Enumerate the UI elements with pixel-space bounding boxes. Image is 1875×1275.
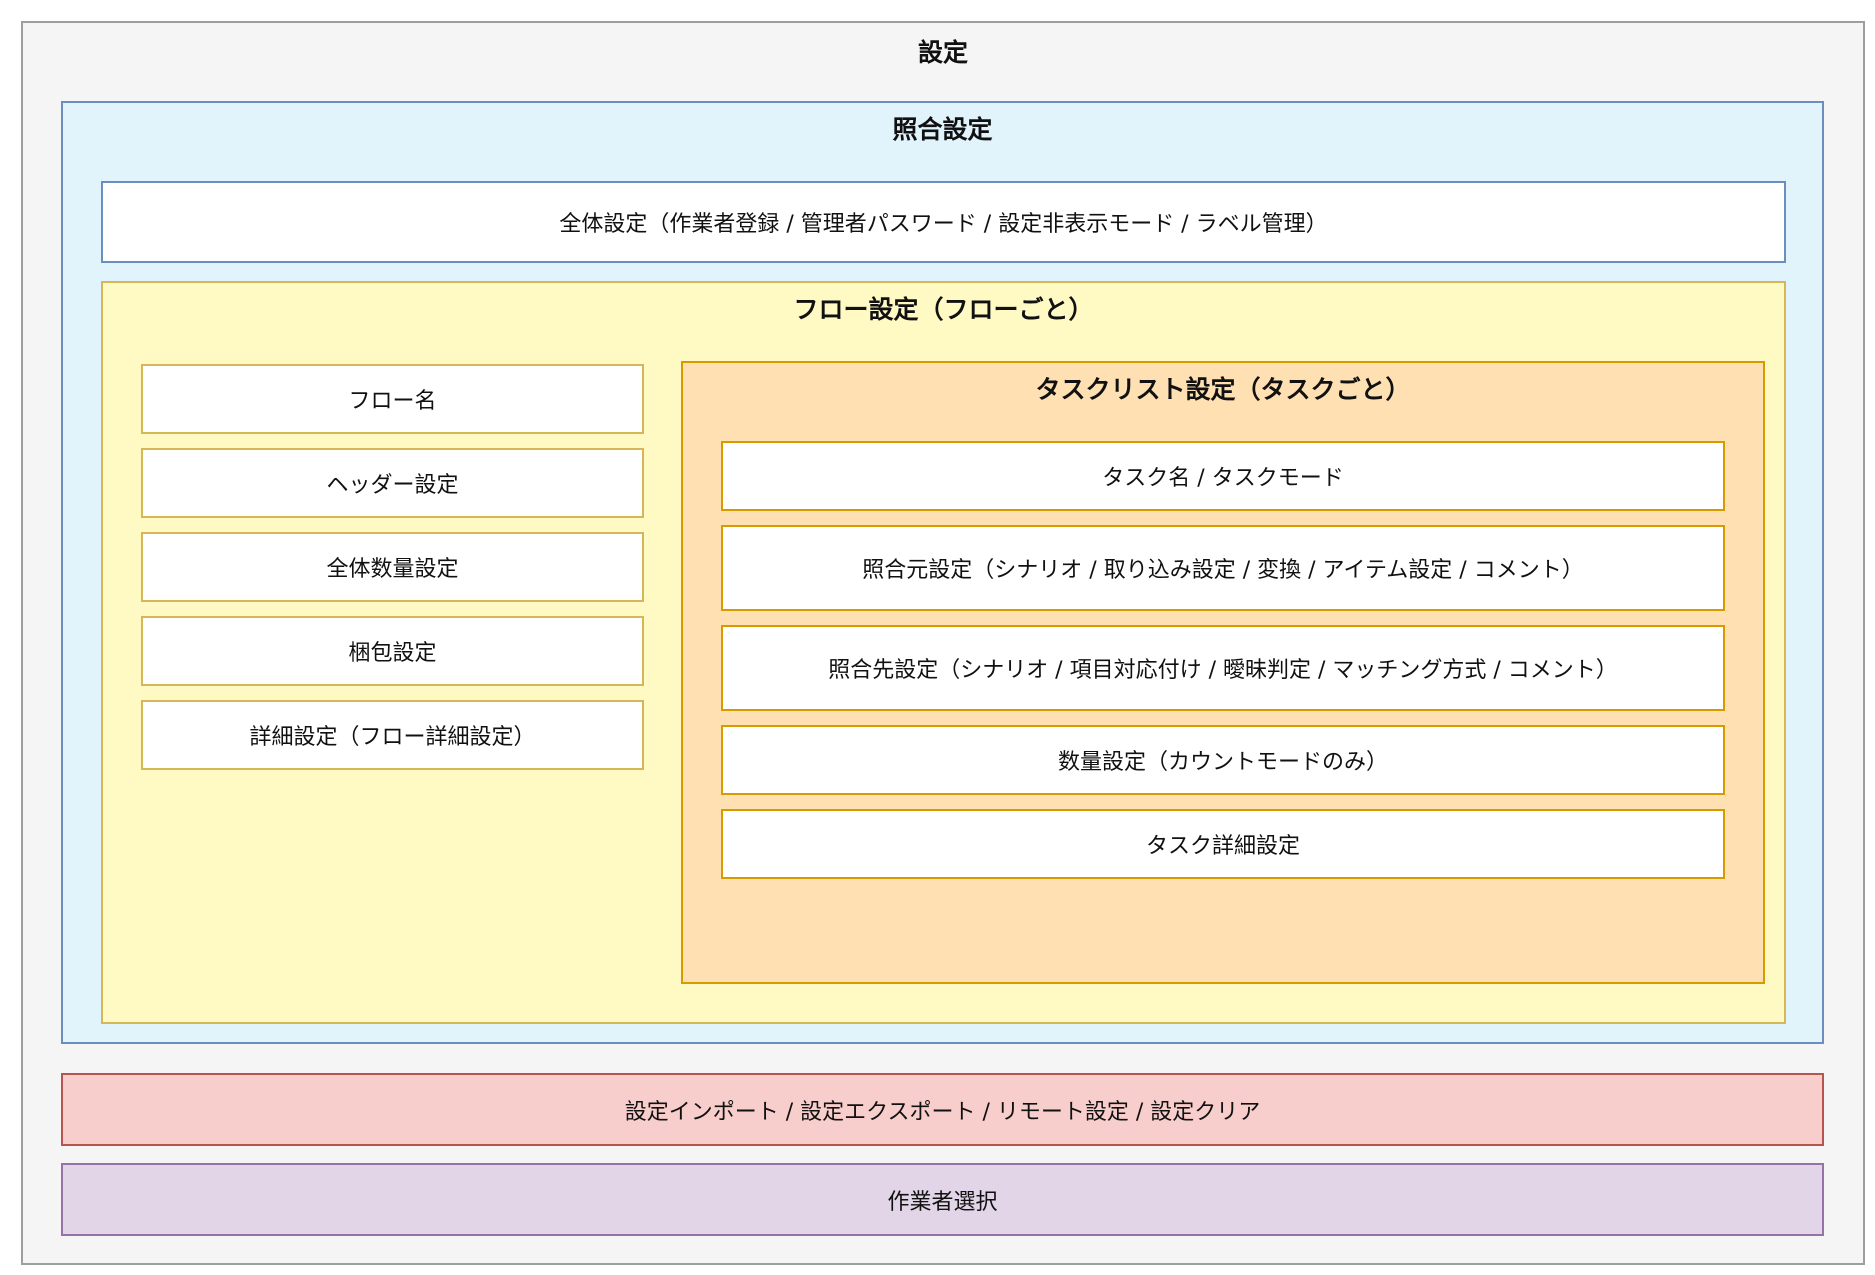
worker-select-bar: 作業者選択: [61, 1163, 1824, 1236]
task-name-mode-box: タスク名 / タスクモード: [721, 441, 1725, 511]
source-settings-box: 照合元設定（シナリオ / 取り込み設定 / 変換 / アイテム設定 / コメント…: [721, 525, 1725, 611]
tasklist-settings-title: タスクリスト設定（タスクごと）: [1035, 375, 1411, 404]
global-settings-box: 全体設定（作業者登録 / 管理者パスワード / 設定非表示モード / ラベル管理…: [101, 181, 1786, 263]
settings-title: 設定: [917, 38, 968, 67]
packing-settings-box: 梱包設定: [141, 616, 644, 686]
flow-settings-title: フロー設定（フローごと）: [793, 295, 1094, 324]
flow-detail-settings-box: 詳細設定（フロー詳細設定）: [141, 700, 644, 770]
header-settings-box: ヘッダー設定: [141, 448, 644, 518]
task-detail-settings-box: タスク詳細設定: [721, 809, 1725, 879]
flow-name-box: フロー名: [141, 364, 644, 434]
collation-settings-title: 照合設定: [892, 115, 993, 144]
total-quantity-settings-box: 全体数量設定: [141, 532, 644, 602]
import-export-bar: 設定インポート / 設定エクスポート / リモート設定 / 設定クリア: [61, 1073, 1824, 1146]
target-settings-box: 照合先設定（シナリオ / 項目対応付け / 曖昧判定 / マッチング方式 / コ…: [721, 625, 1725, 711]
quantity-settings-box: 数量設定（カウントモードのみ）: [721, 725, 1725, 795]
